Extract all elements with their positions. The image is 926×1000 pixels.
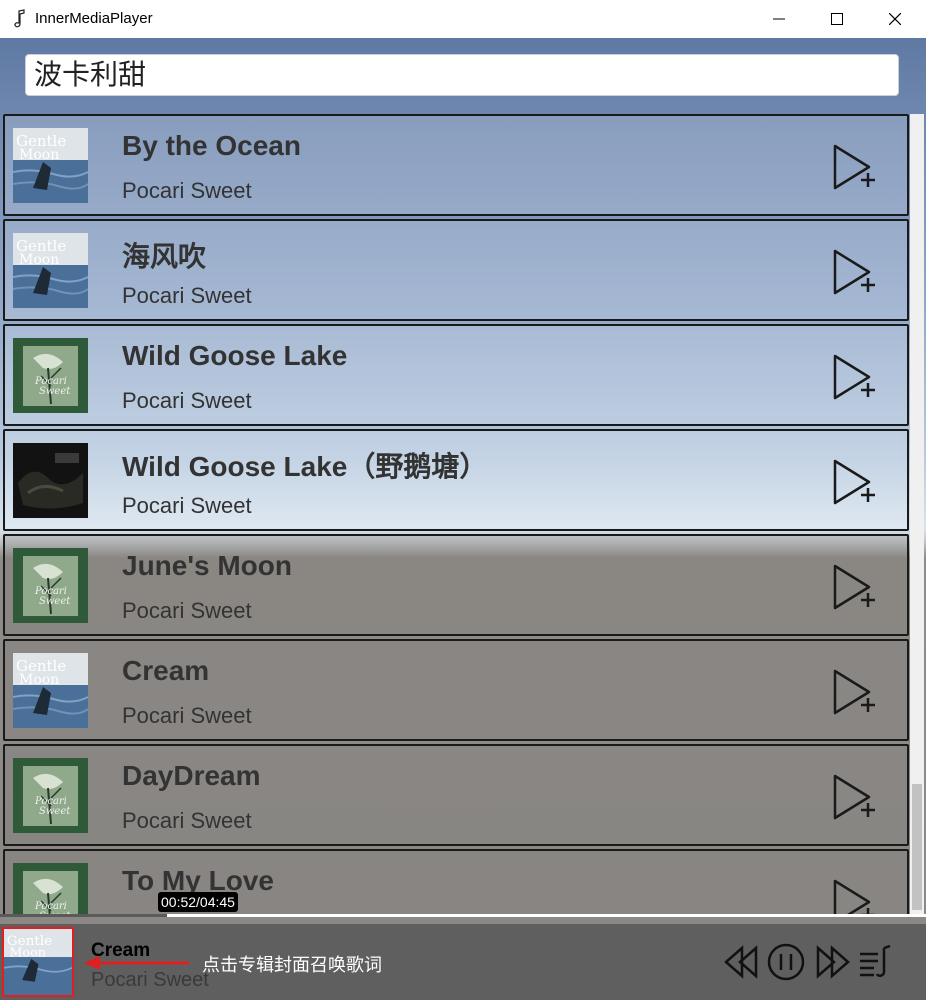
previous-button[interactable]: [722, 942, 762, 982]
close-icon: [889, 13, 901, 25]
song-artist: Pocari Sweet: [122, 388, 252, 413]
scrollbar[interactable]: [910, 114, 924, 914]
close-button[interactable]: [866, 0, 924, 38]
add-to-playlist-icon: [833, 774, 875, 820]
add-to-playlist-button[interactable]: [831, 877, 875, 914]
add-to-playlist-icon: [833, 459, 875, 505]
song-artist: Pocari Sweet: [122, 808, 252, 833]
minimize-icon: [773, 18, 785, 20]
song-cover: PocariSweet: [13, 338, 88, 413]
playlist-button[interactable]: [856, 942, 896, 982]
add-to-playlist-button[interactable]: [831, 667, 875, 717]
song-cover: PocariSweet: [13, 758, 88, 833]
song-row[interactable]: Pocari Sweet Wild Goose Lake Pocari Sweet: [3, 324, 909, 426]
previous-icon: [724, 945, 758, 979]
album-cover-image: GentleMoon: [13, 653, 88, 728]
song-artist: Pocari Sweet: [122, 598, 252, 623]
progress-bar[interactable]: [0, 914, 926, 917]
svg-text:Sweet: Sweet: [39, 806, 71, 817]
add-to-playlist-button[interactable]: [831, 772, 875, 822]
svg-text:Moon: Moon: [19, 252, 59, 268]
song-title: Wild Goose Lake（野鹅塘）: [122, 451, 488, 482]
album-cover-image: PocariSweet: [13, 758, 88, 833]
title-bar: InnerMediaPlayer: [0, 0, 926, 39]
album-cover-image: GentleMoon: [13, 233, 88, 308]
window-title: InnerMediaPlayer: [35, 10, 153, 27]
search-input[interactable]: 波卡利甜: [25, 54, 899, 96]
song-artist: Pocari Sweet: [122, 493, 252, 518]
song-title: Wild Goose Lake: [122, 340, 348, 371]
now-playing-artist: Pocari Sweet: [91, 969, 209, 991]
song-artist: Pocari Sweet: [122, 178, 252, 203]
song-cover: Gentle Moon: [13, 128, 88, 203]
add-to-playlist-icon: [833, 669, 875, 715]
song-title: June's Moon: [122, 550, 292, 581]
playlist-icon: [860, 944, 891, 977]
add-to-playlist-button[interactable]: [831, 562, 875, 612]
maximize-button[interactable]: [808, 0, 866, 38]
svg-text:Sweet: Sweet: [39, 596, 71, 607]
svg-text:Moon: Moon: [19, 147, 59, 163]
album-cover-image: Gentle Moon: [4, 929, 72, 995]
song-cover: Gentle Moon: [13, 653, 88, 728]
album-cover-image: GentleMoon: [13, 128, 88, 203]
song-cover: PocariSweet: [13, 548, 88, 623]
scrollbar-thumb[interactable]: [912, 784, 922, 910]
song-row[interactable]: Pocari Sweet June's Moon Pocari Sweet: [3, 534, 909, 636]
svg-text:Sweet: Sweet: [39, 386, 71, 397]
add-to-playlist-button[interactable]: [831, 247, 875, 297]
album-cover-image: PocariSweet: [13, 338, 88, 413]
song-row[interactable]: Gentle Moon By the Ocean Pocari Sweet: [3, 114, 909, 216]
next-button[interactable]: [812, 942, 852, 982]
add-to-playlist-button[interactable]: [831, 457, 875, 507]
album-cover-image: [13, 443, 88, 518]
svg-text:Moon: Moon: [9, 944, 45, 959]
add-to-playlist-icon: [833, 564, 875, 610]
add-to-playlist-button[interactable]: [831, 142, 875, 192]
time-tooltip: 00:52/04:45: [158, 892, 238, 912]
next-icon: [816, 945, 850, 979]
progress-fill: [0, 914, 167, 917]
song-cover: PocariSweet: [13, 863, 88, 914]
album-cover-image: PocariSweet: [13, 863, 88, 914]
add-to-playlist-icon: [833, 249, 875, 295]
album-cover-image: PocariSweet: [13, 548, 88, 623]
minimize-button[interactable]: [750, 0, 808, 38]
maximize-icon: [831, 13, 843, 25]
song-title: DayDream: [122, 760, 261, 791]
song-row[interactable]: Gentle Moon Cream Pocari Sweet: [3, 639, 909, 741]
svg-text:Moon: Moon: [19, 672, 59, 688]
add-to-playlist-button[interactable]: [831, 352, 875, 402]
main-area: 波卡利甜 Gentle Moon By the Ocean Pocari Sweet G…: [0, 38, 926, 924]
add-to-playlist-icon: [833, 144, 875, 190]
song-list: Gentle Moon By the Ocean Pocari Sweet Gentle…: [3, 114, 910, 914]
lyrics-hint: 点击专辑封面召唤歌词: [202, 955, 382, 975]
pause-icon: [767, 943, 805, 981]
now-playing-cover[interactable]: Gentle Moon: [2, 927, 74, 997]
song-cover: [13, 443, 88, 518]
song-title: 海风吹: [122, 241, 207, 272]
pause-button[interactable]: [766, 942, 806, 982]
song-artist: Pocari Sweet: [122, 703, 252, 728]
song-title: Cream: [122, 655, 210, 686]
song-row[interactable]: Pocari Sweet DayDream Pocari Sweet: [3, 744, 909, 846]
hint-arrow-icon: [84, 956, 189, 970]
song-row[interactable]: Gentle Moon 海风吹 Pocari Sweet: [3, 219, 909, 321]
song-row[interactable]: Wild Goose Lake（野鹅塘） Pocari Sweet: [3, 429, 909, 531]
add-to-playlist-icon: [833, 354, 875, 400]
app-icon: [14, 9, 25, 28]
song-artist: Pocari Sweet: [122, 283, 252, 308]
player-bar: Gentle Moon Cream Pocari Sweet 点击专辑封面召唤歌…: [0, 924, 926, 1000]
song-cover: Gentle Moon: [13, 233, 88, 308]
add-to-playlist-icon: [833, 879, 875, 914]
song-row[interactable]: PocariSweetTo My LovePocari Sweet: [3, 849, 909, 914]
song-title: By the Ocean: [122, 130, 301, 161]
